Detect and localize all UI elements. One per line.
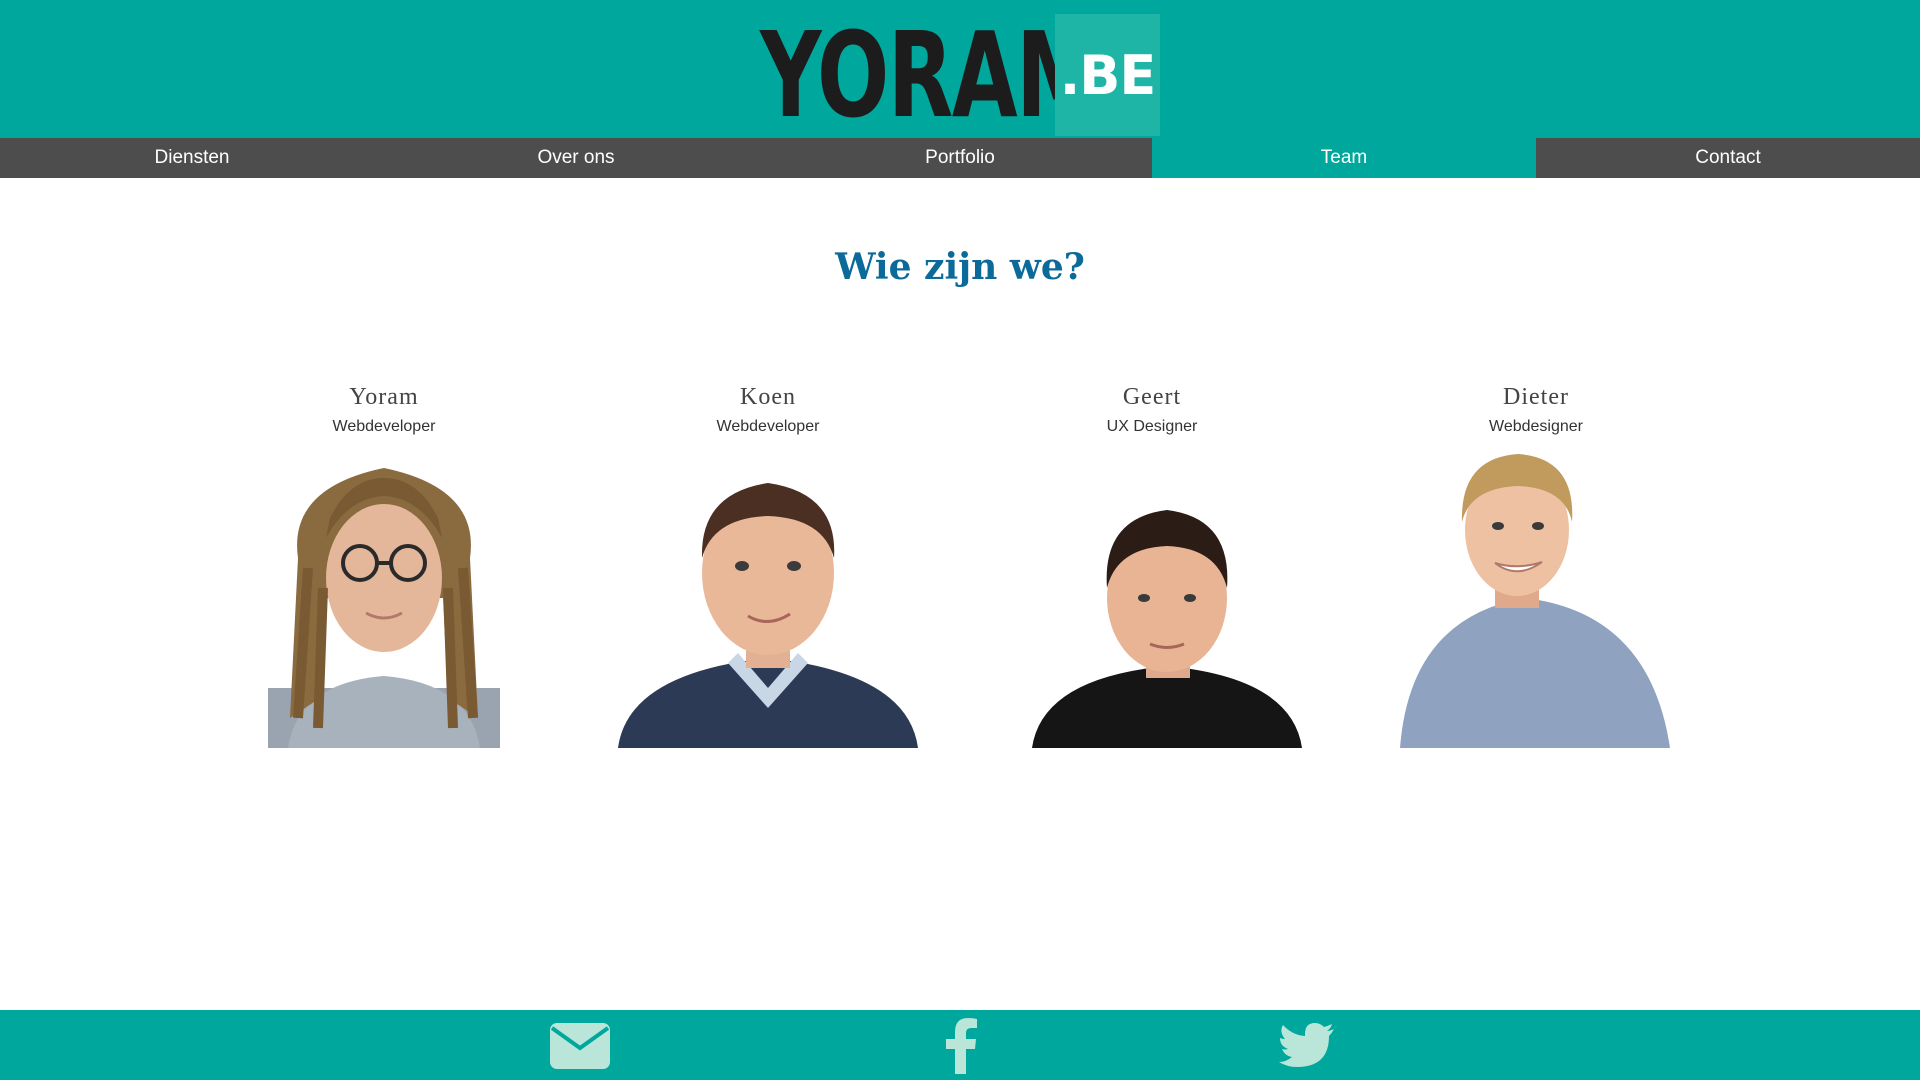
header: YORAM .BE bbox=[0, 0, 1920, 138]
nav-item-team[interactable]: Team bbox=[1152, 138, 1536, 178]
member-photo bbox=[1400, 448, 1670, 748]
member-name: Koen bbox=[740, 384, 796, 410]
logo-tld: .BE bbox=[1055, 14, 1160, 136]
team-member: Dieter Webdesigner bbox=[1344, 380, 1728, 440]
team-member: Geert UX Designer bbox=[960, 380, 1344, 440]
nav-item-portfolio[interactable]: Portfolio bbox=[768, 138, 1152, 178]
member-name: Yoram bbox=[349, 384, 419, 410]
member-role: Webdeveloper bbox=[332, 418, 436, 435]
member-role: Webdesigner bbox=[1489, 418, 1583, 435]
team-member: Koen Webdeveloper bbox=[576, 380, 960, 440]
member-role: UX Designer bbox=[1106, 418, 1198, 435]
nav-item-diensten[interactable]: Diensten bbox=[0, 138, 384, 178]
member-name: Geert bbox=[1122, 384, 1182, 410]
member-photo bbox=[618, 448, 918, 748]
main-nav: Diensten Over ons Portfolio Team Contact bbox=[0, 138, 1920, 178]
footer bbox=[0, 1010, 1920, 1080]
envelope-icon[interactable] bbox=[545, 1018, 615, 1074]
member-role: Webdeveloper bbox=[716, 418, 820, 435]
twitter-icon[interactable] bbox=[1272, 1018, 1342, 1074]
logo-text: YORAM bbox=[760, 6, 1101, 144]
page: YORAM .BE Diensten Over ons Portfolio Te… bbox=[0, 0, 1920, 1080]
team-member: Yoram Webdeveloper bbox=[192, 380, 576, 440]
nav-item-contact[interactable]: Contact bbox=[1536, 138, 1920, 178]
member-photo bbox=[268, 448, 500, 748]
site-logo[interactable]: YORAM .BE bbox=[760, 14, 1160, 136]
facebook-icon[interactable] bbox=[926, 1018, 996, 1074]
page-title: Wie zijn we? bbox=[835, 246, 1085, 288]
member-name: Dieter bbox=[1503, 384, 1569, 410]
nav-item-over-ons[interactable]: Over ons bbox=[384, 138, 768, 178]
member-photo bbox=[1032, 448, 1302, 748]
